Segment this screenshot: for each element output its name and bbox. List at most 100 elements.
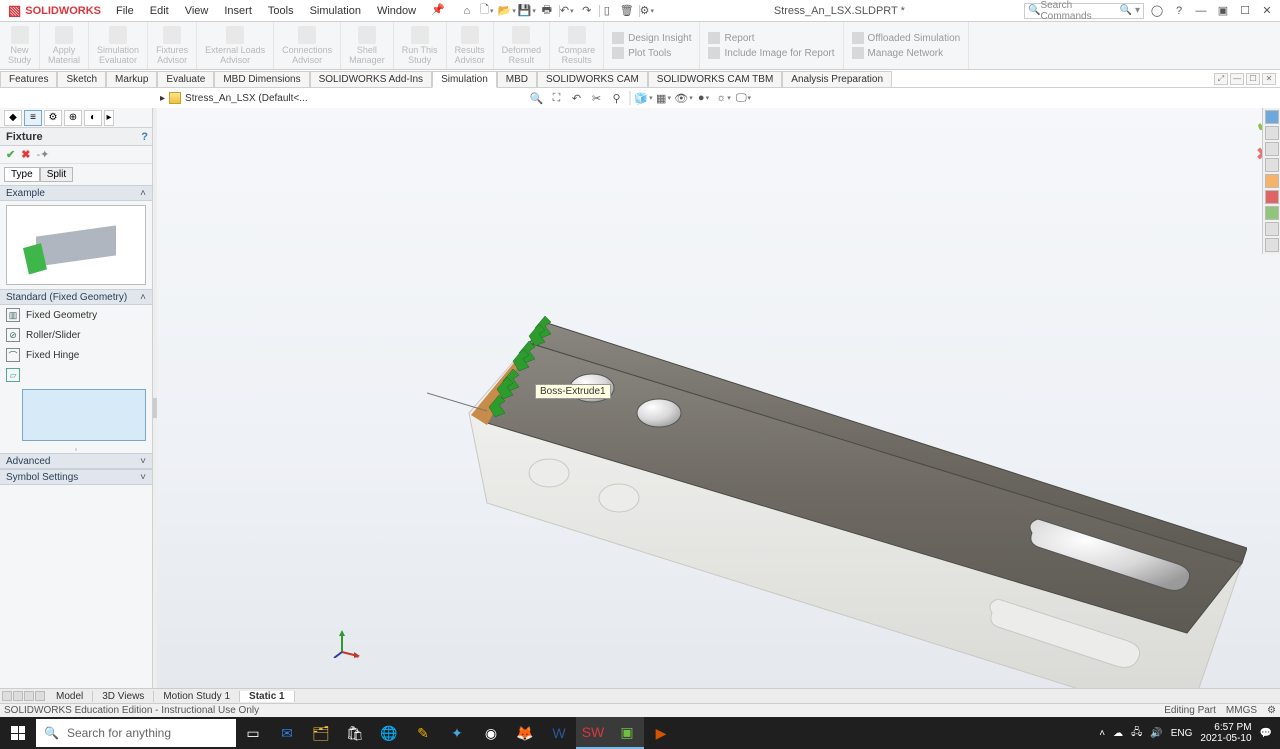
- start-button[interactable]: [0, 717, 36, 749]
- menu-window[interactable]: Window: [370, 3, 423, 19]
- rbn-report[interactable]: Report: [708, 32, 834, 44]
- two-view-h-icon[interactable]: [13, 691, 23, 701]
- tray-notifications-icon[interactable]: 💬: [1260, 728, 1272, 739]
- taskpane-view-palette-icon[interactable]: [1265, 158, 1279, 172]
- rbn-fixtures-advisor[interactable]: Fixtures Advisor: [148, 22, 197, 69]
- tray-network-icon[interactable]: 🖧: [1131, 725, 1142, 742]
- tray-onedrive-icon[interactable]: ☁: [1113, 728, 1123, 739]
- zoom-fit-icon[interactable]: 🔍: [530, 91, 544, 105]
- help-icon[interactable]: ?: [1172, 4, 1186, 18]
- qa-save-icon[interactable]: 💾: [519, 3, 535, 19]
- explorer-icon[interactable]: 🗂: [304, 717, 338, 749]
- menu-insert[interactable]: Insert: [217, 3, 259, 19]
- tab-markup[interactable]: Markup: [106, 71, 157, 87]
- rbn-design-insight[interactable]: Design Insight: [612, 32, 691, 44]
- solidworks-app-icon[interactable]: SW: [576, 717, 610, 749]
- tray-up-icon[interactable]: ˄: [1099, 728, 1105, 739]
- fm-tab-property[interactable]: ≡: [24, 110, 42, 126]
- tab-type[interactable]: Type: [4, 167, 40, 182]
- section-standard[interactable]: Standard (Fixed Geometry)˄: [0, 289, 152, 305]
- view-orientation-icon[interactable]: 🧊: [637, 91, 651, 105]
- ok-button[interactable]: ✔: [6, 148, 15, 161]
- btab-motion-study[interactable]: Motion Study 1: [154, 691, 240, 702]
- camtasia-icon[interactable]: ▣: [610, 717, 644, 749]
- radio-fixed-geometry[interactable]: ▥Fixed Geometry: [0, 305, 152, 325]
- fm-tab-display[interactable]: ◐: [84, 110, 102, 126]
- qa-redo-icon[interactable]: ↷: [579, 3, 595, 19]
- tray-language[interactable]: ENG: [1171, 728, 1193, 739]
- fm-tab-config[interactable]: ⚙: [44, 110, 62, 126]
- pin-icon[interactable]: 📌: [431, 3, 445, 19]
- menu-view[interactable]: View: [178, 3, 216, 19]
- qa-rebuild-icon[interactable]: 🗑: [619, 3, 635, 19]
- taskview-icon[interactable]: ▭: [236, 717, 270, 749]
- tray-volume-icon[interactable]: 🔊: [1150, 728, 1162, 739]
- tray-clock[interactable]: 6:57 PM 2021-05-10: [1200, 722, 1251, 744]
- fm-tab-tree[interactable]: ◆: [4, 110, 22, 126]
- bc-expand-icon[interactable]: ▸: [160, 93, 165, 104]
- radio-fixed-hinge[interactable]: ⌒Fixed Hinge: [0, 345, 152, 365]
- fm-tab-dimxpert[interactable]: ⊕: [64, 110, 82, 126]
- rbn-new-study[interactable]: New Study: [0, 22, 40, 69]
- display-style-icon[interactable]: ▦: [657, 91, 671, 105]
- tab-evaluate[interactable]: Evaluate: [157, 71, 214, 87]
- hide-show-icon[interactable]: 👁: [677, 91, 691, 105]
- taskpane-more-icon[interactable]: [1265, 238, 1279, 252]
- tab-mbd-dimensions[interactable]: MBD Dimensions: [214, 71, 309, 87]
- qa-print-icon[interactable]: 🖶: [539, 3, 555, 19]
- status-units[interactable]: MMGS: [1226, 705, 1257, 716]
- edge-icon[interactable]: 🌐: [372, 717, 406, 749]
- rbn-manage-network[interactable]: Manage Network: [852, 47, 961, 59]
- rbn-connections[interactable]: Connections Advisor: [274, 22, 341, 69]
- prev-view-icon[interactable]: ↶: [570, 91, 584, 105]
- tab-split[interactable]: Split: [40, 167, 73, 182]
- doc-restore-icon[interactable]: ☐: [1246, 73, 1260, 85]
- tab-sw-cam-tbm[interactable]: SOLIDWORKS CAM TBM: [648, 71, 783, 87]
- firefox-icon[interactable]: 🦊: [508, 717, 542, 749]
- view-settings-icon[interactable]: 🖵: [737, 91, 751, 105]
- zoom-area-icon[interactable]: ⛶: [550, 91, 564, 105]
- section-symbol-settings[interactable]: Symbol Settings˅: [0, 469, 152, 485]
- rbn-sim-evaluator[interactable]: Simulation Evaluator: [89, 22, 148, 69]
- close-icon[interactable]: ✕: [1260, 4, 1274, 18]
- taskpane-design-library-icon[interactable]: [1265, 126, 1279, 140]
- qa-open-icon[interactable]: 📂: [499, 3, 515, 19]
- pushpin-icon[interactable]: -✦: [36, 148, 49, 161]
- tab-mbd[interactable]: MBD: [497, 71, 537, 87]
- scene-icon[interactable]: ☼: [717, 91, 731, 105]
- tab-analysis-prep[interactable]: Analysis Preparation: [782, 71, 892, 87]
- btab-3dviews[interactable]: 3D Views: [93, 691, 154, 702]
- paint3d-icon[interactable]: ✦: [440, 717, 474, 749]
- menu-edit[interactable]: Edit: [143, 3, 176, 19]
- section-advanced[interactable]: Advanced˅: [0, 453, 152, 469]
- section-example[interactable]: Example˄: [0, 185, 152, 201]
- search-commands-box[interactable]: 🔍 Search Commands 🔍 ▾: [1024, 3, 1144, 19]
- qa-select-icon[interactable]: ▯: [599, 3, 615, 19]
- dynamic-annotation-icon[interactable]: ⚲: [610, 91, 624, 105]
- store-icon[interactable]: 🛍: [338, 717, 372, 749]
- taskpane-custom-props-icon[interactable]: [1265, 190, 1279, 204]
- rbn-apply-material[interactable]: Apply Material: [40, 22, 89, 69]
- taskpane-cam-icon[interactable]: [1265, 222, 1279, 236]
- rbn-include-image[interactable]: Include Image for Report: [708, 47, 834, 59]
- taskpane-resources-icon[interactable]: [1265, 110, 1279, 124]
- rbn-compare-results[interactable]: Compare Results: [550, 22, 604, 69]
- taskpane-appearances-icon[interactable]: [1265, 174, 1279, 188]
- menu-file[interactable]: File: [109, 3, 141, 19]
- recorder-icon[interactable]: ▶: [644, 717, 678, 749]
- rbn-shell-manager[interactable]: Shell Manager: [341, 22, 394, 69]
- rbn-deformed-result[interactable]: Deformed Result: [494, 22, 551, 69]
- btab-model[interactable]: Model: [47, 691, 93, 702]
- rbn-run-study[interactable]: Run This Study: [394, 22, 447, 69]
- cancel-button[interactable]: ✖: [21, 148, 30, 161]
- face-select-icon[interactable]: ▱: [6, 368, 20, 382]
- rbn-external-loads[interactable]: External Loads Advisor: [197, 22, 274, 69]
- qa-undo-icon[interactable]: ↶: [559, 3, 575, 19]
- qa-new-icon[interactable]: 🗋: [479, 3, 495, 19]
- tab-sketch[interactable]: Sketch: [57, 71, 106, 87]
- panel-help-icon[interactable]: ?: [141, 131, 148, 143]
- two-view-v-icon[interactable]: [24, 691, 34, 701]
- qa-home-icon[interactable]: ⌂: [459, 3, 475, 19]
- maximize-icon[interactable]: ☐: [1238, 4, 1252, 18]
- doc-close-icon[interactable]: ✕: [1262, 73, 1276, 85]
